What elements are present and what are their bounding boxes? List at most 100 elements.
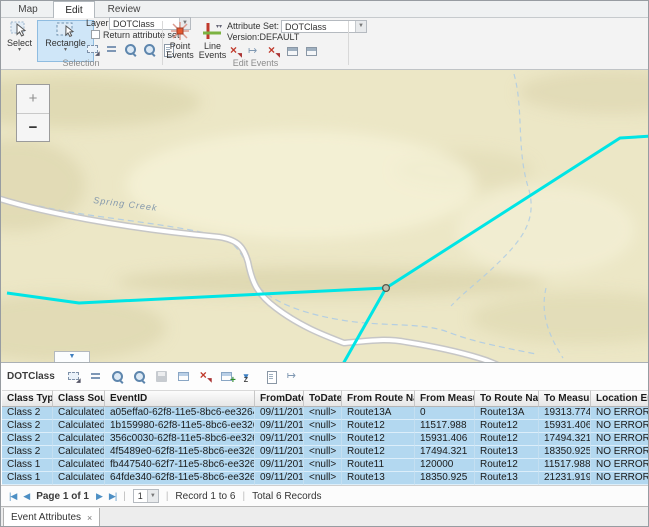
event-table-icon[interactable] bbox=[305, 45, 318, 58]
table-cell: fb447540-62f7-11e5-8bc6-ee32641d5ec9 bbox=[105, 459, 255, 472]
table-cell: 09/11/2015 bbox=[255, 472, 304, 485]
zoom-out-button[interactable]: − bbox=[17, 113, 49, 141]
table-row[interactable]: Class 2Calculated1b159980-62f8-11e5-8bc6… bbox=[2, 420, 649, 433]
column-header[interactable]: Class Type bbox=[2, 390, 53, 407]
table-cell: Class 2 bbox=[2, 407, 53, 420]
page-number-dropdown[interactable]: 1 ▼ bbox=[133, 489, 159, 503]
zoom-to-selection-icon[interactable] bbox=[124, 43, 137, 56]
table-row[interactable]: Class 1Calculatedfb447540-62f7-11e5-8bc6… bbox=[2, 459, 649, 472]
map-canvas[interactable]: Spring Creek + − ▼ bbox=[1, 70, 649, 363]
table-cell: 18350.925 bbox=[539, 446, 591, 459]
page-indicator: Page 1 of 1 bbox=[36, 491, 89, 502]
table-cell: 356c0030-62f8-11e5-8bc6-ee32641d5ec9 bbox=[105, 433, 255, 446]
offset-tool-icon[interactable] bbox=[287, 370, 300, 383]
split-event-icon[interactable] bbox=[229, 45, 242, 58]
table-cell: 09/11/2015 bbox=[255, 407, 304, 420]
column-header[interactable]: Class Source bbox=[53, 390, 105, 407]
add-to-table-icon[interactable] bbox=[221, 370, 234, 383]
table-row[interactable]: Class 1Calculated64fde340-62f8-11e5-8bc6… bbox=[2, 472, 649, 485]
select-rectangle-icon[interactable] bbox=[67, 370, 80, 383]
attribute-set-combobox-arrow-icon[interactable]: ▼ bbox=[355, 21, 366, 32]
table-cell: a05effa0-62f8-11e5-8bc6-ee32641d5ec9 bbox=[105, 407, 255, 420]
point-events-icon bbox=[169, 21, 191, 41]
select-features-icon[interactable] bbox=[86, 43, 99, 56]
tab-map[interactable]: Map bbox=[9, 1, 47, 18]
table-cell: NO ERROR bbox=[591, 446, 649, 459]
column-header[interactable]: From Route Name bbox=[342, 390, 415, 407]
select-button[interactable]: Select ▾ bbox=[4, 20, 35, 62]
column-header[interactable]: ToDate bbox=[304, 390, 342, 407]
route-junction-vertex[interactable] bbox=[383, 285, 390, 292]
table-cell: NO ERROR bbox=[591, 407, 649, 420]
event-attributes-panel: DOTClass Class TypeClass SourceEventIDFr… bbox=[1, 363, 649, 527]
table-cell: Calculated bbox=[53, 420, 105, 433]
page-number-value: 1 bbox=[134, 491, 147, 501]
table-cell: 21231.919 bbox=[539, 472, 591, 485]
return-attribute-set-checkbox[interactable] bbox=[91, 30, 100, 39]
table-row[interactable]: Class 2Calculated356c0030-62f8-11e5-8bc6… bbox=[2, 433, 649, 446]
attribute-table-icon[interactable] bbox=[177, 370, 190, 383]
sort-icon[interactable] bbox=[243, 370, 256, 383]
table-cell: Route13A bbox=[475, 407, 539, 420]
basemap: Spring Creek bbox=[1, 70, 649, 363]
table-cell: 11517.988 bbox=[539, 459, 591, 472]
event-attributes-tab-label: Event Attributes bbox=[11, 512, 81, 523]
table-cell: Calculated bbox=[53, 433, 105, 446]
column-header[interactable]: FromDate bbox=[255, 390, 304, 407]
table-cell: Class 2 bbox=[2, 433, 53, 446]
table-cell: Route12 bbox=[475, 420, 539, 433]
table-cell: 15931.406 bbox=[415, 433, 475, 446]
first-page-button[interactable]: |◀ bbox=[9, 491, 16, 502]
next-page-button[interactable]: ▶ bbox=[96, 491, 102, 502]
offset-event-icon[interactable] bbox=[248, 45, 261, 58]
panel-toolbar: DOTClass bbox=[1, 363, 649, 390]
table-cell: 17494.321 bbox=[415, 446, 475, 459]
close-tab-icon[interactable]: × bbox=[87, 513, 92, 523]
record-range-text: Record 1 to 6 bbox=[175, 491, 235, 502]
select-dropdown-icon[interactable]: ▾ bbox=[18, 48, 21, 53]
event-editor-window: Map Edit Review Select ▾ Rectangle ▾ Lay… bbox=[0, 0, 649, 527]
line-events-button[interactable]: ▾▾ Line Events bbox=[197, 20, 228, 62]
column-header[interactable]: To Route Name bbox=[475, 390, 539, 407]
panel-collapse-button[interactable]: ▼ bbox=[54, 351, 90, 362]
attribute-set-label: Attribute Set: bbox=[227, 21, 279, 31]
table-cell: Route13 bbox=[475, 472, 539, 485]
ribbon-edit-panel: Select ▾ Rectangle ▾ Layer: DOTClass ▼ R… bbox=[1, 18, 648, 70]
column-header[interactable]: Location Error bbox=[591, 390, 649, 407]
table-cell: 09/11/2015 bbox=[255, 420, 304, 433]
column-header[interactable]: To Measure bbox=[539, 390, 591, 407]
column-header[interactable]: From Measure bbox=[415, 390, 475, 407]
zoom-to-selected-icon[interactable] bbox=[111, 370, 124, 383]
column-header[interactable]: EventID bbox=[105, 390, 255, 407]
table-cell: <null> bbox=[304, 446, 342, 459]
table-row[interactable]: Class 2Calculated4f5489e0-62f8-11e5-8bc6… bbox=[2, 446, 649, 459]
table-cell: <null> bbox=[304, 420, 342, 433]
table-cell: Class 2 bbox=[2, 420, 53, 433]
page-number-arrow-icon[interactable]: ▼ bbox=[147, 490, 158, 502]
pan-to-selected-icon[interactable] bbox=[133, 370, 146, 383]
table-row[interactable]: Class 2Calculateda05effa0-62f8-11e5-8bc6… bbox=[2, 407, 649, 420]
last-page-button[interactable]: ▶| bbox=[109, 491, 116, 502]
point-events-button[interactable]: Point Events bbox=[164, 20, 196, 62]
copy-records-icon[interactable] bbox=[265, 370, 278, 383]
selection-list-icon[interactable] bbox=[105, 43, 118, 56]
attribute-set-combobox-value: DOTClass bbox=[282, 22, 355, 32]
attribute-list-icon[interactable] bbox=[89, 370, 102, 383]
tab-edit[interactable]: Edit bbox=[53, 1, 95, 18]
previous-page-button[interactable]: ◀ bbox=[23, 491, 29, 502]
table-cell: Calculated bbox=[53, 472, 105, 485]
separator: | bbox=[166, 491, 169, 502]
tab-event-attributes[interactable]: Event Attributes × bbox=[3, 508, 100, 527]
event-window-icon[interactable] bbox=[286, 45, 299, 58]
table-cell: NO ERROR bbox=[591, 459, 649, 472]
zoom-in-button[interactable]: + bbox=[17, 85, 49, 113]
table-cell: Route12 bbox=[342, 446, 415, 459]
save-icon[interactable] bbox=[155, 370, 168, 383]
clear-selection-icon[interactable] bbox=[199, 370, 212, 383]
remove-event-icon[interactable] bbox=[267, 45, 280, 58]
pan-to-selection-icon[interactable] bbox=[143, 43, 156, 56]
tab-review[interactable]: Review bbox=[101, 1, 147, 18]
group-separator bbox=[162, 21, 163, 65]
rectangle-dropdown-icon[interactable]: ▾ bbox=[64, 48, 67, 53]
table-cell: <null> bbox=[304, 433, 342, 446]
